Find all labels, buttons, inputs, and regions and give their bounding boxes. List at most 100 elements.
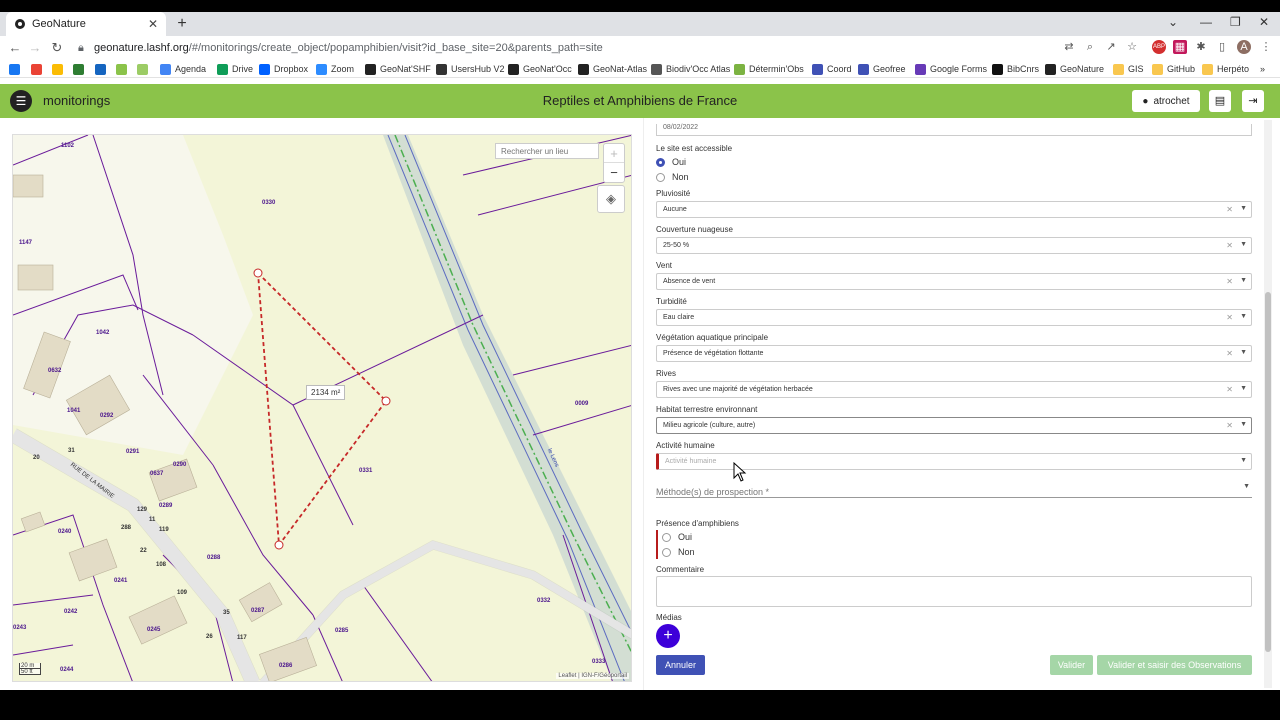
new-tab-icon[interactable]: + (174, 15, 190, 33)
parcel-label: 0009 (575, 401, 589, 407)
layers-icon[interactable]: ◈ (597, 185, 625, 213)
zoom-out-button[interactable]: − (604, 163, 624, 182)
chevron-down-icon[interactable]: ▼ (1240, 205, 1247, 212)
shell-bookmark-icon[interactable] (116, 62, 131, 76)
presence-non-radio[interactable]: Non (662, 547, 695, 557)
bookmark-star-icon[interactable]: ☆ (1125, 40, 1139, 54)
bookmark-item[interactable]: GeoNat'Occ (508, 62, 572, 76)
date-field[interactable]: 08/02/2022 (656, 124, 1252, 136)
url-bar[interactable]: 🔒︎ geonature.lashf.org/#/monitorings/cre… (78, 39, 603, 57)
house-number: 31 (68, 448, 75, 454)
accessible-non-radio[interactable]: Non (656, 172, 689, 182)
google-bookmark-icon[interactable] (52, 62, 67, 76)
presence-oui-radio[interactable]: Oui (662, 532, 692, 542)
reload-icon[interactable]: ↻ (46, 40, 68, 56)
bookmark-item[interactable]: UsersHub V2 (436, 62, 505, 76)
adblock-icon[interactable]: ABP (1152, 40, 1166, 54)
vent-select[interactable]: Absence de vent ✕ ▼ (656, 273, 1252, 290)
tab-search-icon[interactable]: ⌄ (1168, 15, 1178, 29)
bookmark-item[interactable]: Herpéto (1202, 62, 1249, 76)
add-media-button[interactable]: + (656, 624, 680, 648)
bookmark-item[interactable]: Geofree (858, 62, 906, 76)
bookmark-item[interactable]: Dropbox (259, 62, 308, 76)
map-panel[interactable]: 1102 0330 1147 1042 0632 1041 0292 0291 … (12, 134, 632, 682)
chevron-down-icon[interactable]: ▼ (1240, 457, 1247, 464)
valider-button[interactable]: Valider (1050, 655, 1093, 675)
annuler-button[interactable]: Annuler (656, 655, 705, 675)
valider-observations-button[interactable]: Valider et saisir des Observations (1097, 655, 1252, 675)
user-button[interactable]: ● atrochet (1132, 90, 1200, 112)
notes-icon[interactable]: ▤ (1209, 90, 1231, 112)
accessible-oui-radio[interactable]: Oui (656, 157, 686, 167)
chevron-down-icon[interactable]: ▼ (1240, 421, 1247, 428)
clear-icon[interactable]: ✕ (1226, 421, 1233, 430)
clear-icon[interactable]: ✕ (1226, 205, 1233, 214)
bookmark-label: GitHub (1167, 64, 1196, 74)
tab-title: GeoNature (32, 18, 86, 30)
chevron-down-icon[interactable]: ▼ (1240, 241, 1247, 248)
bookmark-item[interactable]: GeoNat'SHF (365, 62, 431, 76)
bookmark-item[interactable]: GeoNat-Atlas (578, 62, 647, 76)
clear-icon[interactable]: ✕ (1226, 241, 1233, 250)
close-tab-icon[interactable]: ✕ (148, 17, 158, 31)
chevron-down-icon[interactable]: ▼ (1243, 483, 1250, 490)
house-number: 109 (177, 590, 188, 596)
forward-icon[interactable]: → (24, 40, 46, 55)
bookmark-item[interactable]: Biodiv'Occ Atlas (651, 62, 730, 76)
calendar-bookmark-icon[interactable] (95, 62, 110, 76)
clear-icon[interactable]: ✕ (1226, 313, 1233, 322)
facebook-bookmark-icon[interactable] (9, 62, 24, 76)
pluviosite-select[interactable]: Aucune ✕ ▼ (656, 201, 1252, 218)
scrollbar-thumb[interactable] (1265, 292, 1271, 652)
bookmark-item[interactable]: GeoNature (1045, 62, 1104, 76)
chevron-down-icon[interactable]: ▼ (1240, 277, 1247, 284)
chevron-down-icon[interactable]: ▼ (1240, 313, 1247, 320)
translate-icon[interactable]: ⇄ (1062, 40, 1076, 54)
bookmark-item[interactable]: Coord (812, 62, 852, 76)
map-attribution[interactable]: Leaflet | IGN-F/Géoportail (556, 673, 629, 679)
zoom-in-button[interactable]: + (604, 144, 624, 163)
url-host: geonature.lashf.org (94, 42, 189, 54)
menu-kebab-icon[interactable]: ⋮ (1259, 40, 1273, 54)
chevron-down-icon[interactable]: ▼ (1240, 385, 1247, 392)
profile-avatar-icon[interactable]: A (1237, 40, 1251, 54)
bookmark-item[interactable]: Détermin'Obs (734, 62, 804, 76)
logout-icon[interactable]: ⇥ (1242, 90, 1264, 112)
minimize-icon[interactable]: — (1200, 15, 1212, 29)
bookmark-item[interactable]: Google Forms (915, 62, 987, 76)
browser-tab[interactable]: GeoNature ✕ (6, 12, 166, 36)
clear-icon[interactable]: ✕ (1226, 385, 1233, 394)
share-icon[interactable]: ↗ (1104, 40, 1118, 54)
turbidite-select[interactable]: Eau claire ✕ ▼ (656, 309, 1252, 326)
back-icon[interactable]: ← (4, 40, 26, 55)
commentaire-textarea[interactable] (656, 576, 1252, 607)
bookmark-item[interactable]: Drive (217, 62, 253, 76)
bookmark-item[interactable]: Agenda (160, 62, 206, 76)
v-bookmark-icon[interactable] (73, 62, 88, 76)
vegetation-select[interactable]: Présence de végétation flottante ✕ ▼ (656, 345, 1252, 362)
house-number: 26 (206, 634, 213, 640)
clear-icon[interactable]: ✕ (1226, 277, 1233, 286)
habitat-select[interactable]: Milieu agricole (culture, autre) ✕ ▼ (656, 417, 1252, 434)
leaf-bookmark-icon[interactable] (137, 62, 152, 76)
zoom-icon[interactable]: ⌕ (1083, 40, 1097, 54)
restore-icon[interactable]: ❐ (1230, 15, 1241, 29)
bookmark-item[interactable]: GitHub (1152, 62, 1195, 76)
clear-icon[interactable]: ✕ (1226, 349, 1233, 358)
methode-select[interactable]: Méthode(s) de prospection * ▼ (656, 482, 1252, 498)
parcel-label: 0637 (150, 471, 164, 477)
sidepanel-icon[interactable]: ▯ (1215, 40, 1229, 54)
rives-select[interactable]: Rives avec une majorité de végétation he… (656, 381, 1252, 398)
extension-red-icon[interactable]: ▦ (1173, 40, 1187, 54)
mail-bookmark-icon[interactable] (31, 62, 46, 76)
more-bookmarks-icon[interactable]: » (1260, 62, 1265, 76)
activite-label: Activité humaine (656, 441, 715, 450)
extensions-icon[interactable]: ✱ (1194, 40, 1208, 54)
bookmark-item[interactable]: GIS (1113, 62, 1144, 76)
couverture-select[interactable]: 25-50 % ✕ ▼ (656, 237, 1252, 254)
close-window-icon[interactable]: ✕ (1259, 15, 1269, 29)
bookmark-item[interactable]: BibCnrs (992, 62, 1039, 76)
place-search-input[interactable] (495, 143, 599, 159)
chevron-down-icon[interactable]: ▼ (1240, 349, 1247, 356)
bookmark-item[interactable]: Zoom (316, 62, 354, 76)
